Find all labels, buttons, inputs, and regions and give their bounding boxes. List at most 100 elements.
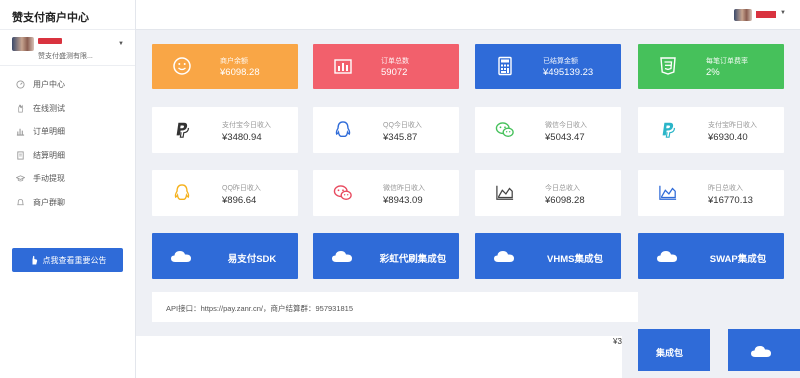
cloud-icon xyxy=(331,249,353,268)
gauge-icon xyxy=(16,80,25,89)
bell-icon xyxy=(16,198,25,207)
stat-card-balance: 商户余额 ¥6098.28 xyxy=(152,44,298,89)
sidebar-item-label: 结算明细 xyxy=(33,150,65,160)
sidebar-item-withdraw[interactable]: 手动提现 xyxy=(0,167,135,191)
download-label: SWAP集成包 xyxy=(709,254,767,265)
css3-icon xyxy=(658,56,678,76)
cloud-icon xyxy=(656,249,678,268)
stat-label: 已结算金额 xyxy=(543,58,578,65)
document-icon xyxy=(16,151,25,160)
stat-card-fee-rate: 每笔订单费率 2% xyxy=(638,44,784,89)
income-card-qq-today: QQ今日收入 ¥345.87 xyxy=(313,107,459,153)
topbar: ▼ xyxy=(136,0,800,30)
income-card-yesterday-total: 昨日总收入 ¥16770.13 xyxy=(638,170,784,216)
user-avatar[interactable] xyxy=(734,9,752,21)
income-value: ¥5043.47 xyxy=(545,132,585,143)
stat-value: ¥6098.28 xyxy=(220,67,260,78)
income-card-alipay-today: 支付宝今日收入 ¥3480.94 xyxy=(152,107,298,153)
avatar xyxy=(12,37,34,51)
sidebar-item-label: 用户中心 xyxy=(33,80,65,90)
income-value: ¥6098.28 xyxy=(545,195,585,206)
download-sdk-button[interactable]: 易支付SDK xyxy=(152,233,298,279)
sidebar-item-settlements[interactable]: 结算明细 xyxy=(0,144,135,168)
merchant-name: 赞支付盛测有限... xyxy=(38,53,93,60)
stat-value: 59072 xyxy=(381,67,408,78)
download-swap-button[interactable]: SWAP集成包 xyxy=(638,233,784,279)
stat-label: 每笔订单费率 xyxy=(706,58,748,65)
income-label: 昨日总收入 xyxy=(708,185,743,192)
partial-download-label: 集成包 xyxy=(656,348,684,358)
stat-value: ¥495139.23 xyxy=(543,67,594,78)
smile-icon xyxy=(172,56,192,76)
stat-label: 商户余额 xyxy=(220,58,248,65)
download-label: 易支付SDK xyxy=(227,254,277,265)
bar-chart-icon xyxy=(333,56,353,76)
income-value: ¥8943.09 xyxy=(383,195,423,206)
sidebar-item-orders[interactable]: 订单明细 xyxy=(0,120,135,144)
stat-card-orders: 订单总数 59072 xyxy=(313,44,459,89)
hand-icon xyxy=(16,104,25,113)
cloud-icon xyxy=(493,249,515,268)
username-redacted xyxy=(756,11,776,18)
paypal-icon xyxy=(172,120,192,140)
caret-down-icon[interactable]: ▼ xyxy=(780,10,786,16)
income-label: 微信昨日收入 xyxy=(383,185,425,192)
wechat-icon xyxy=(333,183,353,203)
download-label: VHMS集成包 xyxy=(547,254,603,265)
income-value: ¥345.87 xyxy=(383,132,418,143)
api-info: API接口：https://pay.zanr.cn/，商户结算群：9579318… xyxy=(152,292,638,322)
calculator-icon xyxy=(495,56,515,76)
partial-download-button[interactable]: 集成包 xyxy=(638,329,710,371)
sidebar-item-label: 订单明细 xyxy=(33,127,65,137)
sidebar-item-label: 商户群聊 xyxy=(33,197,65,207)
income-value: ¥3480.94 xyxy=(222,132,262,143)
stat-value: 2% xyxy=(706,67,720,78)
income-label: 支付宝今日收入 xyxy=(222,122,271,129)
sidebar-nav: 用户中心 在线测试 订单明细 结算明细 手动提现 商户群聊 xyxy=(0,66,135,214)
pointer-hand-icon xyxy=(29,255,39,265)
income-value: ¥16770.13 xyxy=(708,195,753,206)
income-label: QQ今日收入 xyxy=(383,122,422,129)
sidebar-item-user-center[interactable]: 用户中心 xyxy=(0,73,135,97)
income-card-today-total: 今日总收入 ¥6098.28 xyxy=(475,170,621,216)
income-label: QQ昨日收入 xyxy=(222,185,261,192)
income-value: ¥6930.40 xyxy=(708,132,748,143)
partial-cloud-button[interactable] xyxy=(728,329,800,371)
brand-title: 赞支付商户中心 xyxy=(0,0,135,30)
income-card-qq-yesterday: QQ昨日收入 ¥896.64 xyxy=(152,170,298,216)
download-label: 彩虹代刷集成包 xyxy=(379,254,447,265)
area-chart-icon xyxy=(495,183,515,203)
income-value: ¥896.64 xyxy=(222,195,257,206)
cloud-icon xyxy=(750,344,772,360)
sidebar-item-online-test[interactable]: 在线测试 xyxy=(0,97,135,121)
download-vhms-button[interactable]: VHMS集成包 xyxy=(475,233,621,279)
income-label: 今日总收入 xyxy=(545,185,580,192)
sidebar-item-label: 在线测试 xyxy=(33,103,65,113)
profile-menu[interactable]: 赞支付盛测有限... ▼ xyxy=(0,30,135,66)
stat-card-settled: 已结算金额 ¥495139.23 xyxy=(475,44,621,89)
notice-button-label: 点我查看重要公告 xyxy=(42,255,107,265)
sidebar-item-label: 手动提现 xyxy=(33,174,65,184)
sidebar: 赞支付商户中心 赞支付盛测有限... ▼ 用户中心 在线测试 订单明细 结算明细… xyxy=(0,0,136,378)
income-label: 微信今日收入 xyxy=(545,122,587,129)
qq-icon xyxy=(172,183,192,203)
paypal-icon xyxy=(658,120,678,140)
bar-chart-icon xyxy=(16,127,25,136)
income-card-alipay-yesterday: 支付宝昨日收入 ¥6930.40 xyxy=(638,107,784,153)
download-rainbow-button[interactable]: 彩虹代刷集成包 xyxy=(313,233,459,279)
stat-label: 订单总数 xyxy=(381,58,409,65)
area-chart-icon xyxy=(658,183,678,203)
qq-icon xyxy=(333,120,353,140)
bottom-panel xyxy=(136,336,622,378)
income-card-wechat-today: 微信今日收入 ¥5043.47 xyxy=(475,107,621,153)
partial-value: ¥3 xyxy=(613,337,622,346)
caret-down-icon[interactable]: ▼ xyxy=(118,41,124,47)
income-card-wechat-yesterday: 微信昨日收入 ¥8943.09 xyxy=(313,170,459,216)
income-label: 支付宝昨日收入 xyxy=(708,122,757,129)
wechat-icon xyxy=(495,120,515,140)
notice-button[interactable]: 点我查看重要公告 xyxy=(12,248,123,272)
username-redacted xyxy=(38,38,62,44)
graduation-cap-icon xyxy=(16,174,25,183)
sidebar-item-group-chat[interactable]: 商户群聊 xyxy=(0,191,135,215)
cloud-icon xyxy=(170,249,192,268)
